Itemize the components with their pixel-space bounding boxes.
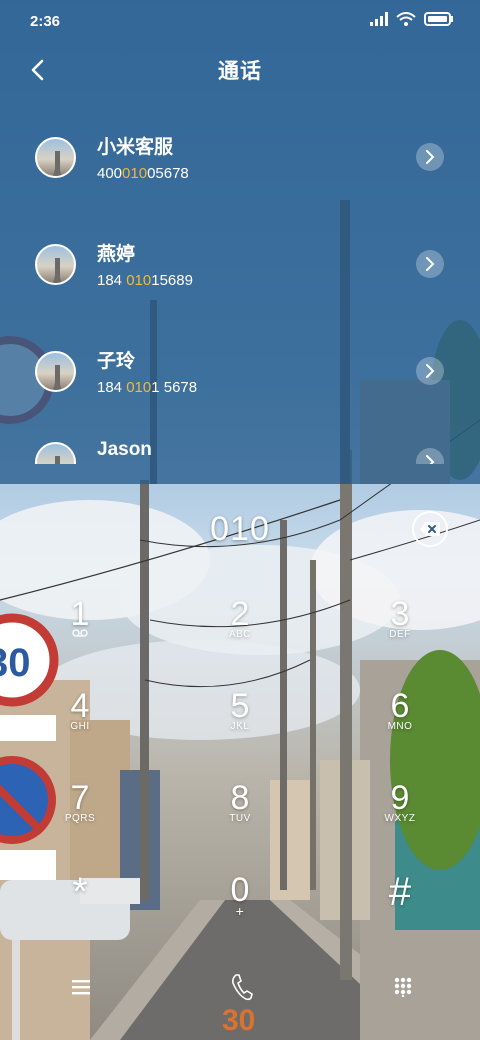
contact-number: 40001005678 [97,165,189,182]
chevron-right-icon [426,150,435,164]
avatar [35,351,76,392]
voicemail-icon [72,629,88,641]
menu-icon [72,980,90,995]
contact-detail-button[interactable] [416,143,444,171]
chevron-right-icon [426,364,435,378]
chevron-left-icon [31,59,44,81]
backspace-icon [420,522,440,536]
bottom-bar [0,962,480,1012]
status-icons [370,11,454,31]
key-9[interactable]: 9 WXYZ [320,766,480,858]
key-2[interactable]: 2 ABC [160,582,320,674]
contact-detail-button[interactable] [416,250,444,278]
battery-icon [424,11,454,31]
phone-icon [232,974,253,1001]
avatar [35,244,76,285]
key-star[interactable]: * [0,858,160,950]
key-hash[interactable]: # [320,858,480,950]
contact-name: 子玲 [97,351,136,372]
chevron-right-icon [426,455,435,464]
contact-item[interactable]: 燕婷 184 01015689 [0,210,480,317]
contact-detail-button[interactable] [416,448,444,464]
page-title: 通话 [218,60,262,83]
hide-keypad-button[interactable] [390,972,416,1002]
key-3[interactable]: 3 DEF [320,582,480,674]
contact-item[interactable]: Jason [0,424,480,464]
dial-keypad: 1 2 ABC 3 DEF 4 GHI 5 JKL 6 MNO 7 PQRS 8… [0,582,480,950]
contact-item[interactable]: 子玲 184 0101 5678 [0,317,480,424]
delete-button[interactable] [412,511,448,547]
contact-item[interactable]: 小米客服 40001005678 [0,103,480,210]
key-8[interactable]: 8 TUV [160,766,320,858]
back-button[interactable] [30,56,66,84]
signal-icon [370,11,388,31]
status-time: 2:36 [30,12,61,30]
avatar [35,442,76,464]
contact-name: 燕婷 [97,244,136,265]
key-7[interactable]: 7 PQRS [0,766,160,858]
dialed-number: 010 [210,509,270,548]
avatar [35,137,76,178]
wifi-icon [396,11,416,31]
contact-number: 184 0101 5678 [97,379,198,396]
contact-name: Jason [97,439,152,460]
contact-detail-button[interactable] [416,357,444,385]
contact-list: 小米客服 40001005678 燕婷 184 01015689 子玲 184 … [0,103,480,464]
chevron-right-icon [426,257,435,271]
contact-number: 184 01015689 [97,272,193,289]
call-button[interactable] [229,972,255,1002]
keypad-icon [394,977,412,997]
dial-display: 010 [0,502,480,556]
status-bar: 2:36 [0,0,480,42]
key-0[interactable]: 0 + [160,858,320,950]
key-5[interactable]: 5 JKL [160,674,320,766]
key-6[interactable]: 6 MNO [320,674,480,766]
header: 通话 [0,44,480,96]
contact-name: 小米客服 [97,137,174,158]
key-4[interactable]: 4 GHI [0,674,160,766]
key-1[interactable]: 1 [0,582,160,674]
menu-button[interactable] [68,972,94,1002]
